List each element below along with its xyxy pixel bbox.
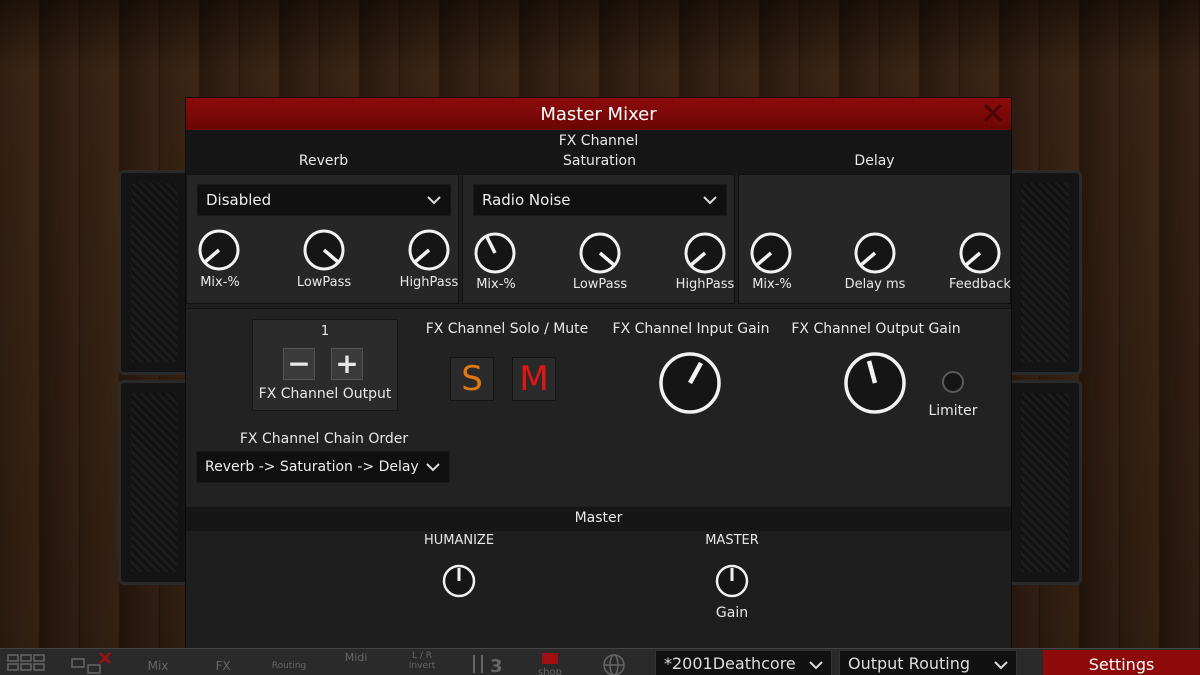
reverb-highpass-knob[interactable]	[407, 228, 451, 272]
routing-tab[interactable]: Routing	[266, 651, 312, 675]
mute-button[interactable]: M	[512, 357, 556, 401]
backdrop-amp-left-top	[118, 170, 190, 375]
limiter-label: Limiter	[928, 403, 978, 419]
bottom-toolbar: Mix FX Routing Midi L / R Invert 3 shop …	[0, 648, 1200, 675]
fx-channel-settings: 1 − + FX Channel Output FX Channel Chain…	[186, 308, 1011, 506]
output-routing-value: Output Routing	[848, 654, 971, 673]
saturation-lowpass-label: LowPass	[572, 277, 628, 292]
fx-channel-output-box: 1 − + FX Channel Output	[252, 319, 398, 411]
master-gain-label: Gain	[715, 605, 749, 621]
output-gain-label: FX Channel Output Gain	[791, 321, 961, 337]
minus-icon: −	[287, 347, 311, 380]
chain-order-value: Reverb -> Saturation -> Delay	[205, 459, 419, 475]
column-label-reverb: Reverb	[298, 153, 349, 169]
shop-bag-icon	[542, 653, 558, 664]
chevron-down-icon	[703, 196, 717, 205]
fx-tab-label: FX	[215, 659, 231, 673]
lr-invert-tab[interactable]: L / R Invert	[402, 651, 442, 675]
column-label-saturation: Saturation	[563, 153, 636, 169]
backdrop-amp-left-bottom	[118, 380, 190, 585]
delay-mix-label: Mix-%	[752, 277, 792, 292]
delay-panel: Mix-% Delay ms Feedback	[738, 174, 1011, 304]
plus-icon: +	[335, 347, 359, 380]
master-section-header: Master	[186, 507, 1011, 531]
reverb-preset-value: Disabled	[206, 191, 272, 209]
saturation-preset-value: Radio Noise	[482, 191, 571, 209]
saturation-panel: Radio Noise Mix-% LowPass HighPass	[462, 174, 735, 304]
output-routing-select[interactable]: Output Routing	[839, 650, 1017, 675]
solo-button[interactable]: S	[450, 357, 494, 401]
mix-tab[interactable]: Mix	[138, 651, 178, 675]
settings-button[interactable]: Settings	[1043, 650, 1200, 675]
chevron-down-icon	[994, 661, 1008, 670]
reverb-mix-knob[interactable]	[197, 228, 241, 272]
output-decrement-button[interactable]: −	[283, 348, 315, 380]
settings-label: Settings	[1088, 655, 1155, 674]
saturation-mix-knob[interactable]	[473, 231, 517, 275]
delay-feedback-knob[interactable]	[958, 231, 1002, 275]
backdrop-amp-right-top	[1008, 170, 1082, 375]
master-section: HUMANIZE MASTER Gain	[186, 531, 1011, 649]
equalizer-icon[interactable]: 3	[468, 651, 508, 675]
solo-label: S	[461, 359, 483, 399]
mute-label: M	[519, 359, 549, 399]
master-label: MASTER	[705, 533, 759, 548]
fx-tab[interactable]: FX	[203, 651, 243, 675]
lr-invert-label: L / R Invert	[408, 651, 436, 671]
humanize-knob[interactable]	[442, 564, 476, 598]
close-icon[interactable]	[981, 101, 1005, 125]
delay-feedback-label: Feedback	[949, 277, 1011, 292]
shop-tab[interactable]: shop	[530, 651, 570, 675]
midi-tab[interactable]: Midi	[338, 651, 374, 675]
master-gain-knob[interactable]	[715, 564, 749, 598]
saturation-preset-dropdown[interactable]: Radio Noise	[473, 184, 727, 216]
limiter-toggle[interactable]	[942, 371, 964, 393]
disconnect-icon[interactable]	[70, 651, 114, 675]
midi-tab-label: Midi	[344, 651, 368, 664]
reverb-panel: Disabled Mix-% LowPass HighPass	[186, 174, 459, 304]
svg-text:3: 3	[490, 656, 503, 675]
fx-channel-output-label: FX Channel Output	[258, 386, 392, 402]
fx-channel-output-value: 1	[320, 324, 330, 339]
column-label-delay: Delay	[854, 153, 895, 169]
input-gain-label: FX Channel Input Gain	[612, 321, 770, 337]
solo-mute-label: FX Channel Solo / Mute	[425, 321, 589, 337]
reverb-lowpass-label: LowPass	[296, 275, 352, 290]
chain-order-label: FX Channel Chain Order	[239, 431, 409, 447]
dialog-title: Master Mixer	[540, 103, 657, 125]
chevron-down-icon	[427, 196, 441, 205]
routing-tab-label: Routing	[271, 661, 307, 671]
shop-tab-label: shop	[537, 667, 562, 675]
reverb-lowpass-knob[interactable]	[302, 228, 346, 272]
dialog-titlebar: Master Mixer	[186, 98, 1011, 130]
humanize-label: HUMANIZE	[423, 533, 495, 548]
delay-ms-knob[interactable]	[853, 231, 897, 275]
reverb-mix-label: Mix-%	[200, 275, 240, 290]
delay-ms-label: Delay ms	[844, 277, 906, 292]
mix-tab-label: Mix	[147, 659, 169, 673]
saturation-mix-label: Mix-%	[476, 277, 516, 292]
saturation-lowpass-knob[interactable]	[578, 231, 622, 275]
chevron-down-icon	[809, 661, 823, 670]
saturation-highpass-knob[interactable]	[683, 231, 727, 275]
input-gain-knob[interactable]	[658, 351, 722, 415]
globe-icon[interactable]	[598, 651, 630, 675]
chain-order-dropdown[interactable]: Reverb -> Saturation -> Delay	[196, 451, 450, 483]
master-mixer-dialog: Master Mixer FX Channel Reverb Saturatio…	[185, 97, 1012, 650]
fx-channel-label: FX Channel	[558, 133, 639, 149]
preset-select-value: *2001Deathcore	[664, 654, 796, 673]
output-increment-button[interactable]: +	[331, 348, 363, 380]
chevron-down-icon	[426, 463, 440, 472]
delay-mix-knob[interactable]	[749, 231, 793, 275]
output-gain-knob[interactable]	[843, 351, 907, 415]
reverb-preset-dropdown[interactable]: Disabled	[197, 184, 451, 216]
fx-panels-row: Disabled Mix-% LowPass HighPass Radio No…	[186, 174, 1011, 304]
preset-select[interactable]: *2001Deathcore	[655, 650, 832, 675]
fx-channel-header: FX Channel Reverb Saturation Delay	[186, 130, 1011, 174]
grid-view-icon[interactable]	[6, 651, 46, 675]
backdrop-amp-right-bottom	[1008, 380, 1082, 585]
